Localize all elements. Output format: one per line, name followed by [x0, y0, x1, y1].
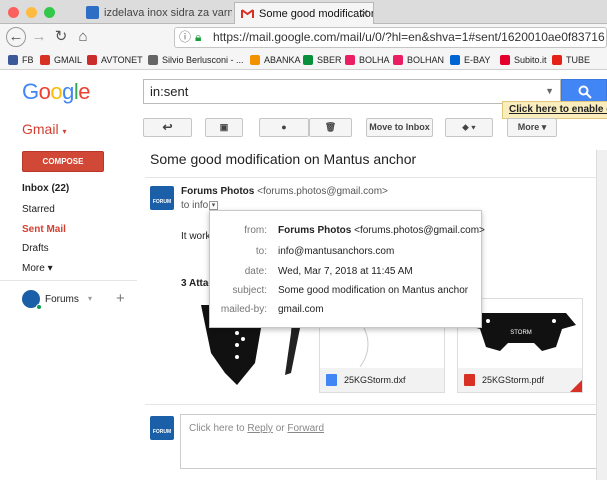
- sender-details-popup: from: Forums Photos <forums.photos@gmail…: [209, 210, 485, 328]
- browser-titlebar: izdelava inox sidra za varno sid Some go…: [0, 0, 607, 24]
- spam-icon: ●: [281, 122, 287, 132]
- attachment-footer: 25KGStorm.dxf: [320, 368, 444, 392]
- hangouts-dropdown-icon[interactable]: ▾: [88, 294, 92, 303]
- bookmark-fb[interactable]: FB: [8, 53, 34, 67]
- bookmark-bolha[interactable]: BOLHA: [345, 53, 390, 67]
- close-window-button[interactable]: [8, 7, 19, 18]
- more-button[interactable]: More ▾: [507, 118, 557, 137]
- close-tab-icon[interactable]: ✕: [360, 3, 369, 24]
- pdf-corner: [570, 380, 582, 392]
- pdf-file-icon: [464, 374, 475, 386]
- move-to-inbox-button[interactable]: Move to Inbox: [366, 118, 433, 137]
- minimize-window-button[interactable]: [26, 7, 37, 18]
- popup-label-mailed-by: mailed-by:: [220, 304, 267, 315]
- bookmarks-bar: FB GMAIL AVTONET Silvio Berlusconi - ...…: [0, 50, 607, 70]
- nav-drafts[interactable]: Drafts: [22, 243, 49, 254]
- delete-button[interactable]: 🗑︎: [309, 118, 352, 137]
- popup-value-subject: Some good modification on Mantus anchor: [278, 285, 469, 296]
- bookmark-avtonet[interactable]: AVTONET: [87, 53, 143, 67]
- hangouts-user-name[interactable]: Forums: [45, 294, 79, 305]
- forward-link[interactable]: Forward: [287, 423, 324, 434]
- my-avatar: FORUM: [150, 416, 174, 440]
- popup-label-to: to:: [255, 246, 267, 257]
- info-icon[interactable]: ⓘ: [179, 28, 191, 47]
- tab-label: izdelava inox sidra za varno sid: [104, 7, 232, 19]
- lock-icon: 🔒︎: [195, 30, 202, 44]
- bookmark-gmail[interactable]: GMAIL: [40, 53, 82, 67]
- reply-link[interactable]: Reply: [247, 423, 273, 434]
- gmail-favicon-icon: [241, 9, 254, 18]
- nav-inbox[interactable]: Inbox (22): [22, 183, 69, 194]
- sender-email: <forums.photos@gmail.com>: [257, 186, 388, 197]
- popup-label-subject: subject:: [232, 285, 267, 296]
- bookmark-tube[interactable]: TUBE: [552, 53, 590, 67]
- online-status-icon: [36, 304, 42, 310]
- nav-divider: [0, 280, 137, 281]
- nav-sent-mail[interactable]: Sent Mail: [22, 224, 66, 235]
- divider: [145, 404, 607, 405]
- attachment-name: 25KGStorm.dxf: [344, 375, 406, 385]
- reply-or: or: [272, 423, 288, 434]
- google-logo[interactable]: Google: [22, 79, 91, 105]
- page-scrollbar[interactable]: [596, 150, 607, 480]
- search-value: in:sent: [150, 84, 189, 99]
- compose-button[interactable]: COMPOSE: [22, 151, 104, 172]
- popup-value-mailed-by: gmail.com: [278, 304, 324, 315]
- attachment-footer: 25KGStorm.pdf: [458, 368, 582, 392]
- svg-text:STORM: STORM: [510, 330, 532, 336]
- gmail-header: Google in:sent ▼ Click here to enable de: [0, 70, 607, 119]
- search-options-icon[interactable]: ▼: [545, 80, 554, 103]
- tab-label: Some good modification on Ma: [259, 8, 374, 20]
- popup-value-from: Forums Photos <forums.photos@gmail.com>: [278, 225, 485, 236]
- labels-button[interactable]: ⬥ ▾: [445, 118, 493, 137]
- show-details-icon[interactable]: ▾: [209, 201, 218, 210]
- popup-value-to: info@mantusanchors.com: [278, 246, 395, 257]
- popup-label-date: date:: [244, 266, 267, 277]
- enable-notifications-link[interactable]: Click here to enable de: [502, 101, 607, 119]
- back-arrow-icon: ↩: [162, 120, 173, 134]
- label-icon: ⬥ ▾: [462, 122, 476, 132]
- browser-tab-izdelava[interactable]: izdelava inox sidra za varno sid: [80, 2, 232, 24]
- archive-icon: ▣: [219, 122, 229, 132]
- divider: [145, 177, 607, 178]
- bookmark-subito[interactable]: Subito.it: [500, 53, 547, 67]
- search-input[interactable]: in:sent ▼: [143, 79, 561, 104]
- sender-line: Forums Photos <forums.photos@gmail.com>: [181, 186, 388, 197]
- new-hangout-icon[interactable]: +: [116, 290, 125, 307]
- search-icon: [578, 85, 592, 99]
- nav-more[interactable]: More ▾: [22, 263, 53, 274]
- reply-prompt: Click here to: [189, 423, 248, 434]
- dxf-file-icon: [326, 374, 337, 386]
- browser-tab-gmail[interactable]: Some good modification on Ma ✕: [234, 2, 374, 24]
- bookmark-sber[interactable]: SBER: [303, 53, 342, 67]
- trash-icon: 🗑︎: [324, 122, 337, 132]
- reload-icon[interactable]: ↻: [52, 28, 70, 46]
- address-bar[interactable]: ⓘ 🔒︎ https://mail.google.com/mail/u/0/?h…: [174, 27, 607, 48]
- nav-starred[interactable]: Starred: [22, 204, 55, 215]
- bookmark-berlusconi[interactable]: Silvio Berlusconi - ...: [148, 53, 244, 67]
- report-spam-button[interactable]: ●: [259, 118, 309, 137]
- back-to-sent-button[interactable]: ↩: [143, 118, 192, 137]
- sender-avatar: FORUM: [150, 186, 174, 210]
- reply-box[interactable]: Click here to Reply or Forward: [180, 414, 607, 469]
- url-text: https://mail.google.com/mail/u/0/?hl=en&…: [213, 30, 605, 44]
- site-favicon-icon: [86, 6, 99, 19]
- popup-label-from: from:: [244, 225, 267, 236]
- maximize-window-button[interactable]: [44, 7, 55, 18]
- back-arrow-icon[interactable]: ←: [6, 27, 26, 47]
- archive-button[interactable]: ▣: [205, 118, 243, 137]
- recipient-line: to info: [181, 200, 209, 211]
- home-icon[interactable]: ⌂: [74, 28, 92, 46]
- gmail-menu-label[interactable]: Gmail ▾: [22, 121, 66, 137]
- message-subject: Some good modification on Mantus anchor: [150, 151, 417, 167]
- attachment-name: 25KGStorm.pdf: [482, 375, 545, 385]
- forward-arrow-icon[interactable]: →: [30, 28, 48, 46]
- bookmark-abanka[interactable]: ABANKA: [250, 53, 301, 67]
- popup-value-date: Wed, Mar 7, 2018 at 11:45 AM: [278, 266, 413, 277]
- bookmark-bolhan[interactable]: BOLHAN: [393, 53, 444, 67]
- bookmark-ebay[interactable]: E-BAY: [450, 53, 490, 67]
- browser-navbar: ← → ↻ ⌂ ⓘ 🔒︎ https://mail.google.com/mai…: [0, 24, 607, 50]
- sender-name[interactable]: Forums Photos: [181, 186, 254, 197]
